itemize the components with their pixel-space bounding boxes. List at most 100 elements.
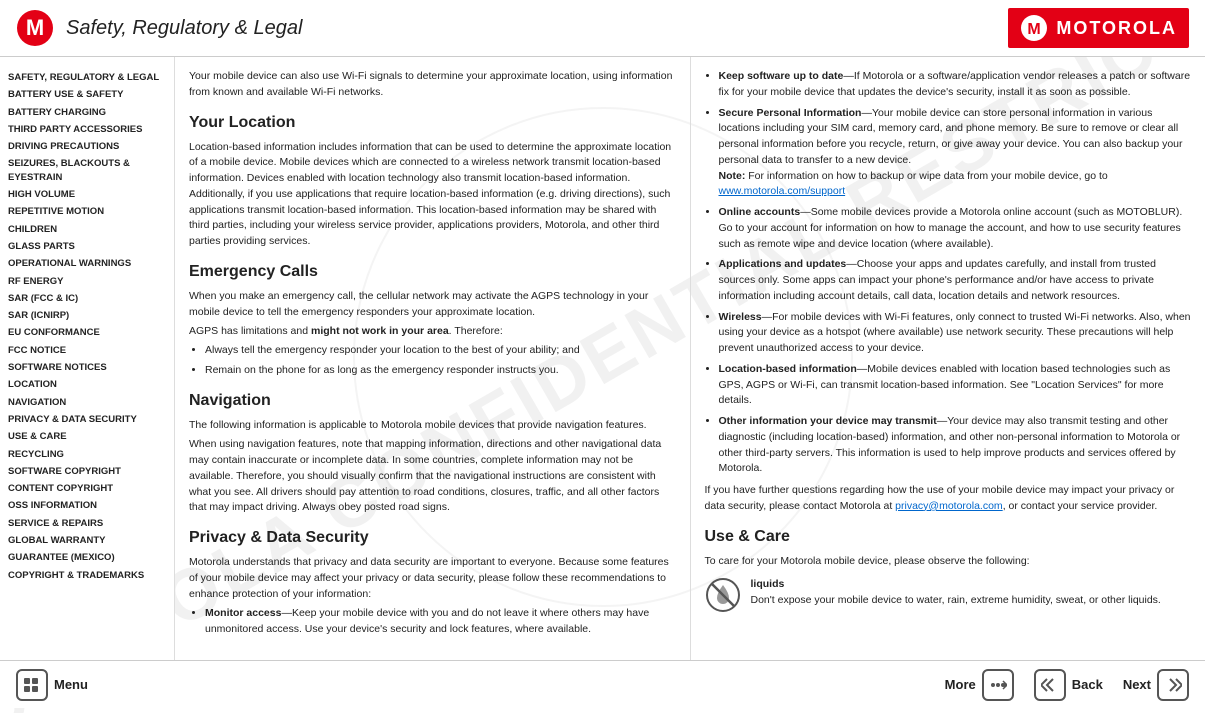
sidebar-item-battery-charging[interactable]: BATTERY CHARGING xyxy=(8,104,166,121)
motorola-support-link[interactable]: www.motorola.com/support xyxy=(719,185,846,197)
sidebar-item-navigation[interactable]: NAVIGATION xyxy=(8,394,166,411)
back-icon xyxy=(1034,669,1066,701)
header: M Safety, Regulatory & Legal M MOTOROLA xyxy=(0,0,1205,57)
monitor-bold: Monitor access xyxy=(205,607,281,619)
your-location-heading: Your Location xyxy=(189,111,676,135)
sidebar-item-seizures[interactable]: SEIZURES, BLACKOUTS & EYESTRAIN xyxy=(8,155,166,186)
svg-text:M: M xyxy=(1028,21,1041,38)
sidebar-item-software-copyright[interactable]: SOFTWARE COPYRIGHT xyxy=(8,463,166,480)
motorola-logo-right: M xyxy=(1020,14,1048,42)
sidebar-item-oss[interactable]: OSS INFORMATION xyxy=(8,497,166,514)
liquids-box: liquids Don't expose your mobile device … xyxy=(705,577,1192,613)
closing-text: If you have further questions regarding … xyxy=(705,483,1192,515)
liquids-title: liquids xyxy=(751,577,1161,593)
privacy-body: Motorola understands that privacy and da… xyxy=(189,555,676,638)
svg-text:M: M xyxy=(26,15,44,40)
use-care-section: Use & Care To care for your Motorola mob… xyxy=(705,525,1192,614)
apps-updates-bold: Applications and updates xyxy=(719,258,847,270)
your-location-text: Location-based information includes info… xyxy=(189,140,676,250)
menu-icon-svg xyxy=(23,676,41,694)
next-icon xyxy=(1157,669,1189,701)
sidebar-item-software-notices[interactable]: SOFTWARE NOTICES xyxy=(8,359,166,376)
sidebar-item-children[interactable]: CHILDREN xyxy=(8,221,166,238)
emergency-calls-text: When you make an emergency call, the cel… xyxy=(189,289,676,321)
header-brand: M MOTOROLA xyxy=(1008,8,1189,48)
liquids-text: liquids Don't expose your mobile device … xyxy=(751,577,1161,609)
sidebar-item-eu[interactable]: EU CONFORMANCE xyxy=(8,324,166,341)
use-care-heading: Use & Care xyxy=(705,525,1192,549)
sidebar-item-third-party[interactable]: THIRD PARTY ACCESSORIES xyxy=(8,121,166,138)
emergency-bullet-2: Remain on the phone for as long as the e… xyxy=(205,363,676,379)
note-text-body: For information on how to backup or wipe… xyxy=(748,170,1108,182)
privacy-email-link[interactable]: privacy@motorola.com xyxy=(895,500,1003,512)
header-left: M Safety, Regulatory & Legal xyxy=(16,9,302,47)
sidebar-item-operational[interactable]: OPERATIONAL WARNINGS xyxy=(8,255,166,272)
sidebar-item-battery-use[interactable]: BATTERY USE & SAFETY xyxy=(8,86,166,103)
sidebar-item-glass[interactable]: GLASS PARTS xyxy=(8,238,166,255)
sidebar-item-copyright[interactable]: COPYRIGHT & TRADEMARKS xyxy=(8,567,166,584)
content-area: Your mobile device can also use Wi-Fi si… xyxy=(175,57,1205,660)
software-update-bold: Keep software up to date xyxy=(719,70,844,82)
back-button[interactable]: Back xyxy=(1034,669,1103,701)
sidebar-item-safety[interactable]: SAFETY, REGULATORY & LEGAL xyxy=(8,69,166,86)
next-label: Next xyxy=(1123,677,1151,692)
bullet-secure-personal: Secure Personal Information—Your mobile … xyxy=(719,106,1192,201)
agps-note: AGPS has limitations and might not work … xyxy=(189,324,676,340)
more-button[interactable]: More xyxy=(945,669,1014,701)
sidebar-item-driving[interactable]: DRIVING PRECAUTIONS xyxy=(8,138,166,155)
navigation-text-1: The following information is applicable … xyxy=(189,418,676,434)
navigation-text-2: When using navigation features, note tha… xyxy=(189,437,676,516)
use-care-intro: To care for your Motorola mobile device,… xyxy=(705,554,1192,570)
footer: Menu More Back xyxy=(0,660,1205,708)
wireless-bold: Wireless xyxy=(719,311,762,323)
your-location-body: Location-based information includes info… xyxy=(189,140,676,250)
sidebar-item-content-copyright[interactable]: CONTENT COPYRIGHT xyxy=(8,480,166,497)
menu-button[interactable]: Menu xyxy=(16,669,88,701)
closing-after: , or contact your service provider. xyxy=(1003,500,1158,512)
agps-bold: might not work in your area xyxy=(311,325,449,337)
sidebar-item-guarantee[interactable]: GUARANTEE (MEXICO) xyxy=(8,549,166,566)
location-info-bold: Location-based information xyxy=(719,363,857,375)
page-title: Safety, Regulatory & Legal xyxy=(66,17,302,40)
wireless-rest: —For mobile devices with Wi-Fi features,… xyxy=(719,311,1191,355)
liquids-body: Don't expose your mobile device to water… xyxy=(751,593,1161,609)
privacy-bullets: Monitor access—Keep your mobile device w… xyxy=(205,606,676,638)
online-accounts-bold: Online accounts xyxy=(719,206,801,218)
sidebar-item-warranty[interactable]: GLOBAL WARRANTY xyxy=(8,532,166,549)
bullet-apps-updates: Applications and updates—Choose your app… xyxy=(719,257,1192,304)
sidebar-item-rf[interactable]: RF ENERGY xyxy=(8,273,166,290)
sidebar-item-high-volume[interactable]: HIGH VOLUME xyxy=(8,186,166,203)
emergency-bullets: Always tell the emergency responder your… xyxy=(205,343,676,379)
security-bullets: Keep software up to date—If Motorola or … xyxy=(719,69,1192,477)
menu-label: Menu xyxy=(54,677,88,692)
next-icon-svg xyxy=(1164,676,1182,694)
sidebar-item-privacy[interactable]: PRIVACY & DATA SECURITY xyxy=(8,411,166,428)
note-label: Note: xyxy=(719,170,749,182)
sidebar-item-service[interactable]: SERVICE & REPAIRS xyxy=(8,515,166,532)
sidebar-item-use-care[interactable]: USE & CARE xyxy=(8,428,166,445)
center-column: Your mobile device can also use Wi-Fi si… xyxy=(175,57,691,660)
more-icon-svg xyxy=(989,676,1007,694)
sidebar-item-fcc[interactable]: FCC NOTICE xyxy=(8,342,166,359)
bullet-wireless: Wireless—For mobile devices with Wi-Fi f… xyxy=(719,310,1192,357)
emergency-bullet-1: Always tell the emergency responder your… xyxy=(205,343,676,359)
back-label: Back xyxy=(1072,677,1103,692)
bullet-online-accounts: Online accounts—Some mobile devices prov… xyxy=(719,205,1192,252)
sidebar-item-sar-icnirp[interactable]: SAR (ICNIRP) xyxy=(8,307,166,324)
motorola-brand-text: MOTOROLA xyxy=(1056,18,1177,39)
navigation-body: The following information is applicable … xyxy=(189,418,676,517)
sidebar-item-repetitive[interactable]: REPETITIVE MOTION xyxy=(8,203,166,220)
other-info-bold: Other information your device may transm… xyxy=(719,415,937,427)
privacy-bullet-monitor: Monitor access—Keep your mobile device w… xyxy=(205,606,676,638)
bullet-software-update: Keep software up to date—If Motorola or … xyxy=(719,69,1192,101)
footer-right: More Back Next xyxy=(945,669,1189,701)
sidebar-item-sar-fcc[interactable]: SAR (FCC & IC) xyxy=(8,290,166,307)
back-icon-svg xyxy=(1041,676,1059,694)
menu-icon xyxy=(16,669,48,701)
emergency-calls-heading: Emergency Calls xyxy=(189,260,676,284)
next-button[interactable]: Next xyxy=(1123,669,1189,701)
secure-personal-bold: Secure Personal Information xyxy=(719,107,862,119)
sidebar-item-recycling[interactable]: RECYCLING xyxy=(8,446,166,463)
sidebar-item-location[interactable]: LOCATION xyxy=(8,376,166,393)
sidebar: SAFETY, REGULATORY & LEGAL BATTERY USE &… xyxy=(0,57,175,660)
